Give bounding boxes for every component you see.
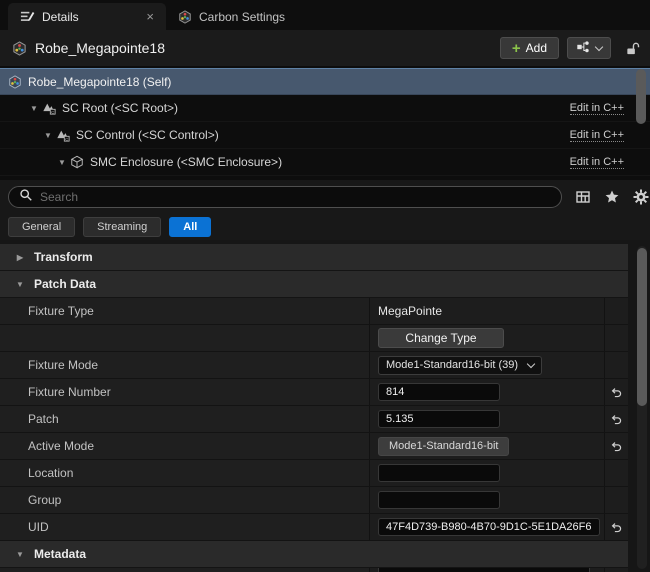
details-icon	[20, 9, 35, 24]
property-grid: ▶ Transform ▼ Patch Data Fixture Type Me…	[0, 244, 628, 572]
tab-bar: Details × Carbon Settings	[0, 0, 650, 30]
tree-row-label: Robe_Megapointe18 (Self)	[28, 74, 172, 89]
patch-label: Patch	[0, 406, 370, 432]
reset-to-default-icon[interactable]	[610, 440, 623, 453]
edit-in-cpp-link[interactable]: Edit in C++	[569, 129, 624, 142]
reset-to-default-icon[interactable]	[610, 386, 623, 399]
change-type-button[interactable]: Change Type	[378, 328, 504, 348]
uid-label: UID	[0, 514, 370, 540]
chevron-down-icon	[526, 359, 536, 368]
section-metadata[interactable]: ▼ Metadata	[0, 541, 628, 568]
actor-title: Robe_Megapointe18	[35, 40, 165, 56]
filter-row: General Streaming All	[0, 213, 650, 240]
component-tree: Robe_Megapointe18 (Self) ▼ C SC Root (<S…	[0, 66, 650, 180]
uid-input[interactable]: 47F4D739-B980-4B70-9D1C-5E1DA26F6	[378, 518, 600, 536]
tab-carbon-settings[interactable]: Carbon Settings	[166, 3, 297, 30]
fixture-number-label: Fixture Number	[0, 379, 370, 405]
tab-details[interactable]: Details ×	[8, 3, 166, 30]
static-mesh-cube-icon	[70, 155, 84, 169]
fixture-type-value: MegaPointe	[378, 304, 443, 318]
section-transform-label: Transform	[34, 250, 93, 264]
chevron-down-icon	[594, 42, 604, 51]
main-scrollbar-thumb[interactable]	[637, 248, 647, 406]
filter-all-button[interactable]: All	[169, 216, 212, 237]
add-button-label: Add	[525, 41, 547, 55]
tab-carbon-label: Carbon Settings	[199, 9, 286, 24]
search-row	[0, 180, 650, 213]
display-grid-icon[interactable]	[575, 189, 591, 205]
fixture-mode-label: Fixture Mode	[0, 352, 370, 378]
tab-details-label: Details	[42, 9, 79, 24]
tree-scrollbar-thumb[interactable]	[636, 69, 646, 124]
fixture-type-label: Fixture Type	[0, 298, 370, 324]
section-patch-data[interactable]: ▼ Patch Data	[0, 271, 628, 298]
tree-row-smc-enclosure[interactable]: ▼ SMC Enclosure (<SMC Enclosure>) Edit i…	[0, 149, 650, 176]
actor-hexagon-icon	[12, 40, 27, 56]
add-component-button[interactable]: + Add	[499, 37, 559, 59]
tree-row-sc-root[interactable]: ▼ C SC Root (<SC Root>) Edit in C++	[0, 95, 650, 122]
filter-general-button[interactable]: General	[8, 216, 76, 237]
scene-component-icon: C	[56, 128, 70, 142]
settings-gear-icon[interactable]	[633, 189, 649, 205]
expand-arrow-icon[interactable]: ▼	[28, 104, 40, 113]
search-box[interactable]	[8, 185, 562, 208]
carbon-hexagon-icon	[178, 9, 192, 24]
scene-component-icon: C	[42, 101, 56, 115]
actor-hexagon-icon	[8, 74, 22, 89]
reset-to-default-icon[interactable]	[610, 413, 623, 426]
active-mode-value: Mode1-Standard16-bit	[378, 436, 510, 456]
fixture-mode-value: Mode1-Standard16-bit (39)	[386, 359, 519, 371]
blueprint-hierarchy-dropdown[interactable]	[567, 37, 611, 59]
group-label: Group	[0, 487, 370, 513]
group-input[interactable]	[378, 491, 500, 509]
row-fixture-mode: Fixture Mode Mode1-Standard16-bit (39)	[0, 352, 628, 379]
svg-text:C: C	[51, 109, 54, 114]
svg-text:C: C	[65, 136, 68, 141]
filter-streaming-button[interactable]: Streaming	[83, 216, 162, 237]
close-icon[interactable]: ×	[146, 10, 154, 23]
actor-header: Robe_Megapointe18 + Add	[0, 30, 650, 66]
row-uid: UID 47F4D739-B980-4B70-9D1C-5E1DA26F6	[0, 514, 628, 541]
row-change-type: Change Type	[0, 325, 628, 352]
expand-arrow-icon: ▼	[16, 279, 24, 289]
collapse-arrow-icon: ▶	[16, 252, 24, 262]
expand-arrow-icon: ▼	[16, 549, 24, 559]
reset-to-default-icon[interactable]	[610, 521, 623, 534]
tree-row-label: SMC Enclosure (<SMC Enclosure>)	[90, 155, 283, 169]
section-metadata-label: Metadata	[34, 547, 87, 561]
active-mode-label: Active Mode	[0, 433, 370, 459]
plus-icon: +	[511, 39, 521, 57]
favorites-star-icon[interactable]	[604, 189, 620, 205]
row-active-mode: Active Mode Mode1-Standard16-bit	[0, 433, 628, 460]
tree-row-label: SC Control (<SC Control>)	[76, 128, 219, 142]
section-patch-data-label: Patch Data	[34, 277, 97, 291]
search-input[interactable]	[40, 189, 551, 204]
location-input[interactable]	[378, 464, 500, 482]
fixture-mode-dropdown[interactable]: Mode1-Standard16-bit (39)	[378, 355, 542, 375]
tree-row-sc-control[interactable]: ▼ C SC Control (<SC Control>) Edit in C+…	[0, 122, 650, 149]
expand-arrow-icon[interactable]: ▼	[56, 158, 68, 167]
search-icon	[19, 188, 33, 205]
edit-in-cpp-link[interactable]: Edit in C++	[569, 156, 624, 169]
tree-row-label: SC Root (<SC Root>)	[62, 101, 179, 115]
unlock-icon[interactable]	[625, 41, 640, 56]
row-location: Location	[0, 460, 628, 487]
tree-row-self[interactable]: Robe_Megapointe18 (Self)	[0, 68, 650, 95]
expand-arrow-icon[interactable]: ▼	[42, 131, 54, 140]
details-panel: Details × Carbon Settings Robe_Megapoint…	[0, 0, 650, 572]
edit-in-cpp-link[interactable]: Edit in C++	[569, 102, 624, 115]
row-fixture-type: Fixture Type MegaPointe	[0, 298, 628, 325]
row-fixture-number: Fixture Number 814	[0, 379, 628, 406]
node-graph-icon	[576, 40, 590, 57]
location-label: Location	[0, 460, 370, 486]
section-transform[interactable]: ▶ Transform	[0, 244, 628, 271]
row-clipped	[0, 568, 628, 572]
tree-row-clipped	[0, 176, 650, 180]
row-group: Group	[0, 487, 628, 514]
row-patch: Patch 5.135	[0, 406, 628, 433]
fixture-number-input[interactable]: 814	[378, 383, 500, 401]
patch-input[interactable]: 5.135	[378, 410, 500, 428]
